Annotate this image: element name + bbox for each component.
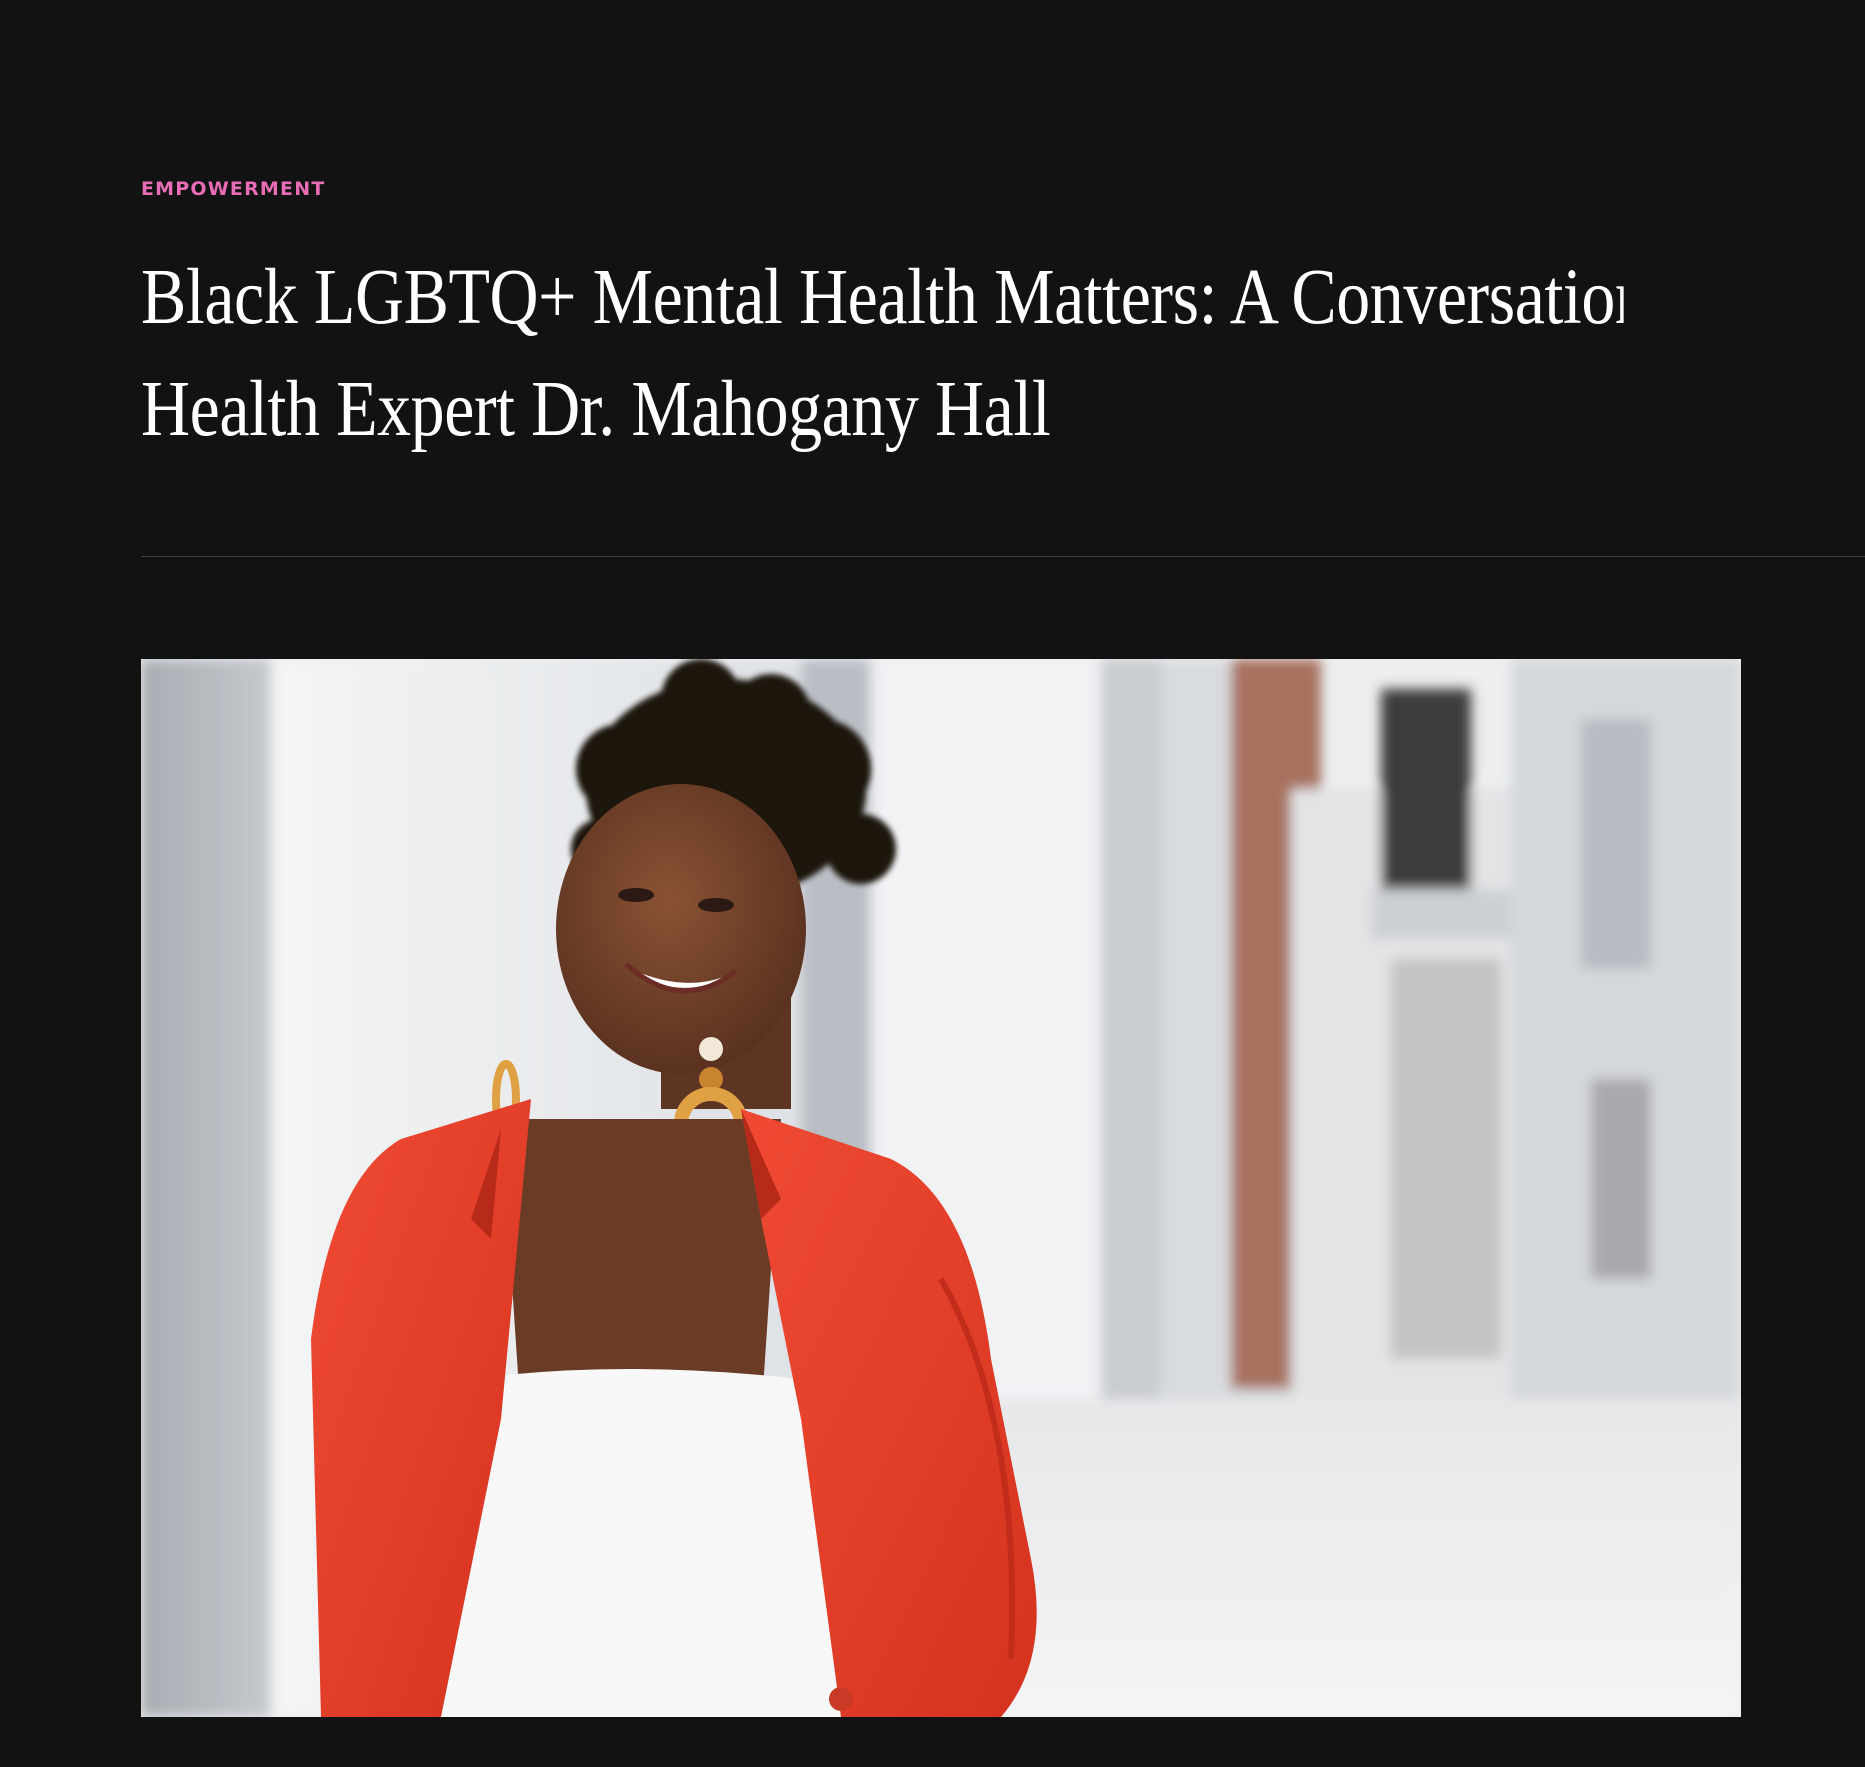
hero-image [141,659,1741,1717]
header-divider [141,556,1865,557]
article-page: EMPOWERMENT Black LGBTQ+ Mental Health M… [0,0,1865,1767]
article-title-line-1: Black LGBTQ+ Mental Health Matters: A Co… [141,254,1624,341]
hero-photo-illustration [141,659,1741,1717]
article-title-line-2: Health Expert Dr. Mahogany Hall [141,366,1051,453]
category-link[interactable]: EMPOWERMENT [141,178,325,200]
article-title: Black LGBTQ+ Mental Health Matters: A Co… [141,242,1624,466]
